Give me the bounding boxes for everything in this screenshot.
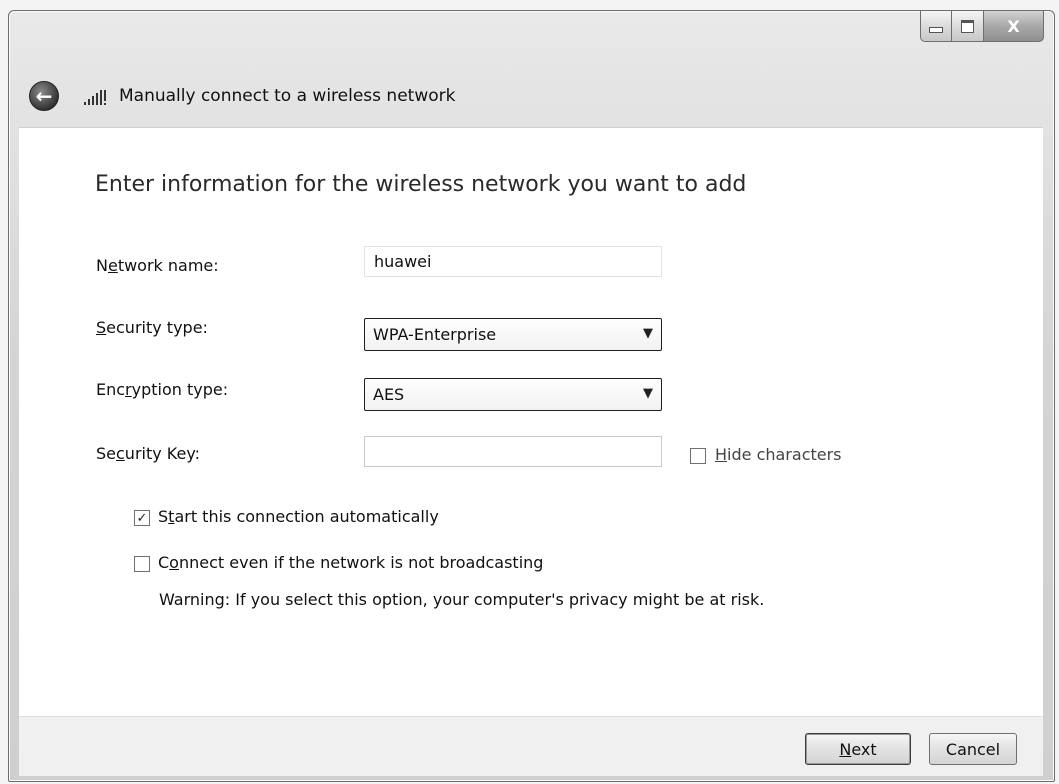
encryption-type-label: Encryption type: xyxy=(96,380,229,399)
start-automatically-label[interactable]: Start this connection automatically xyxy=(158,507,439,526)
title-bar: X ← Manually connect to a wireless netwo… xyxy=(9,11,1054,121)
back-button[interactable]: ← xyxy=(29,81,59,111)
cancel-button[interactable]: Cancel xyxy=(929,733,1017,765)
window-title: Manually connect to a wireless network xyxy=(119,86,456,106)
close-button[interactable]: X xyxy=(984,11,1044,42)
chevron-down-icon: ▼ xyxy=(643,326,653,341)
connect-not-broadcasting-checkbox[interactable] xyxy=(134,556,150,572)
maximize-icon xyxy=(961,19,974,33)
dialog-footer: Next Cancel xyxy=(19,716,1043,776)
security-key-label: Security Key: xyxy=(96,444,201,463)
security-type-value: WPA-Enterprise xyxy=(373,325,497,344)
encryption-type-dropdown[interactable]: AES ▼ xyxy=(364,378,662,411)
encryption-type-value: AES xyxy=(373,385,405,404)
checkmark-icon: ✓ xyxy=(136,510,148,526)
network-name-label: Network name: xyxy=(96,256,219,275)
security-type-label: Security type: xyxy=(96,318,208,337)
chevron-down-icon: ▼ xyxy=(643,386,653,401)
connect-not-broadcasting-label[interactable]: Connect even if the network is not broad… xyxy=(158,553,543,572)
page-heading: Enter information for the wireless netwo… xyxy=(95,172,747,197)
maximize-button[interactable] xyxy=(952,11,984,42)
hide-characters-checkbox[interactable] xyxy=(690,448,706,464)
start-automatically-checkbox[interactable]: ✓ xyxy=(134,510,150,526)
dialog-window: X ← Manually connect to a wireless netwo… xyxy=(8,10,1055,782)
minimize-button[interactable] xyxy=(920,11,952,42)
main-content: Enter information for the wireless netwo… xyxy=(19,127,1043,716)
wireless-signal-icon xyxy=(84,90,106,105)
network-name-input[interactable]: huawei xyxy=(364,246,662,277)
back-arrow-icon: ← xyxy=(35,84,53,108)
privacy-warning: Warning: If you select this option, your… xyxy=(159,590,765,609)
close-icon: X xyxy=(1007,16,1020,36)
window-controls: X xyxy=(920,11,1044,43)
minimize-icon xyxy=(929,27,943,33)
security-key-input[interactable] xyxy=(364,436,662,467)
hide-characters-label[interactable]: Hide characters xyxy=(715,445,842,464)
security-type-dropdown[interactable]: WPA-Enterprise ▼ xyxy=(364,318,662,351)
next-button[interactable]: Next xyxy=(805,733,911,765)
